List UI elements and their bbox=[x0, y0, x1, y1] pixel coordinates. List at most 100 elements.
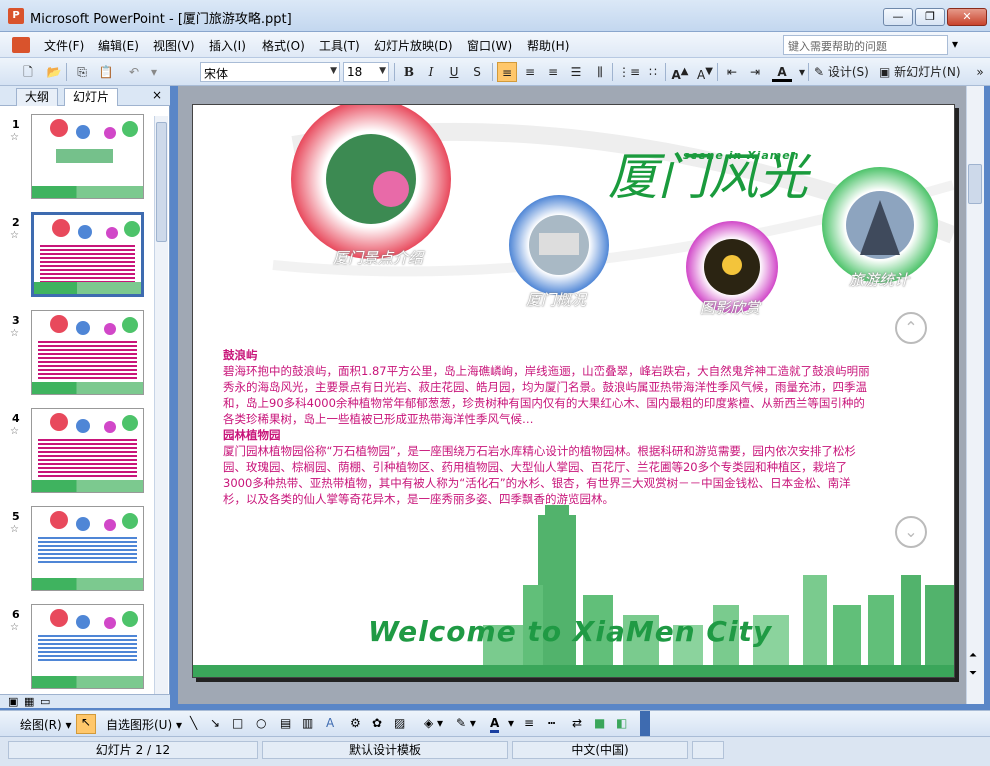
tab-slides[interactable]: 幻灯片 bbox=[64, 88, 119, 106]
design-button[interactable]: ✎ 设计(S) bbox=[814, 62, 869, 82]
textbox-icon[interactable]: ▤ bbox=[280, 716, 291, 730]
line-color-icon[interactable]: ✎ ▾ bbox=[456, 716, 476, 730]
nav-circle-intro[interactable]: 厦门景点介绍 bbox=[333, 247, 423, 268]
slide-text-box[interactable]: 鼓浪屿 碧海环抱中的鼓浪屿，面积1.87平方公里，岛上海礁嶙峋，岸线迤逦，山峦叠… bbox=[223, 347, 873, 507]
slide-transition-star-icon[interactable]: ☆ bbox=[10, 622, 19, 633]
sorter-view-icon[interactable]: ▦ bbox=[24, 695, 34, 708]
columns-icon[interactable]: ⫼ bbox=[590, 62, 610, 82]
decrease-indent-icon[interactable]: ⇤ bbox=[722, 62, 742, 82]
menu-edit[interactable]: 编辑(E) bbox=[98, 37, 139, 54]
minimize-button[interactable]: — bbox=[883, 8, 913, 26]
paste-icon[interactable]: 📋 bbox=[96, 62, 116, 82]
slide-thumbnail[interactable] bbox=[31, 506, 144, 591]
font-size-select[interactable]: 18 ▼ bbox=[343, 62, 389, 82]
draw-menu[interactable]: 绘图(R) ▾ bbox=[20, 716, 72, 733]
open-icon[interactable]: 📂 bbox=[44, 62, 64, 82]
thumbnail-content bbox=[38, 537, 137, 565]
new-document-icon[interactable]: 🗋 bbox=[18, 62, 38, 82]
menu-tools[interactable]: 工具(T) bbox=[319, 37, 360, 54]
decrease-font-icon[interactable]: A▼ bbox=[695, 62, 715, 82]
align-center-icon[interactable]: ≡ bbox=[520, 62, 540, 82]
fill-color-icon[interactable]: ◈ ▾ bbox=[424, 716, 443, 730]
pane-scrollbar-thumb[interactable] bbox=[156, 122, 167, 242]
slide-thumbnail[interactable] bbox=[31, 212, 144, 297]
underline-button[interactable]: U bbox=[444, 62, 464, 82]
menu-help[interactable]: 帮助(H) bbox=[527, 37, 569, 54]
toolbar-divider bbox=[612, 63, 613, 81]
align-left-icon[interactable]: ≡ bbox=[497, 62, 517, 82]
toolbar-grip[interactable] bbox=[640, 711, 650, 737]
help-search-input[interactable]: 键入需要帮助的问题 bbox=[783, 35, 948, 55]
slide-transition-star-icon[interactable]: ☆ bbox=[10, 230, 19, 241]
vertical-textbox-icon[interactable]: ▥ bbox=[302, 716, 313, 730]
powerpoint-app-icon[interactable]: P bbox=[8, 8, 24, 24]
increase-font-icon[interactable]: A▲ bbox=[670, 62, 690, 82]
menu-window[interactable]: 窗口(W) bbox=[467, 37, 512, 54]
copy-icon[interactable]: ⎘ bbox=[72, 62, 92, 82]
diagram-icon[interactable]: ⚙ bbox=[350, 716, 361, 730]
design-template-name[interactable]: 默认设计模板 bbox=[262, 741, 508, 759]
menu-file[interactable]: 文件(F) bbox=[44, 37, 84, 54]
restore-button[interactable]: ❐ bbox=[915, 8, 945, 26]
toolbar-options-icon[interactable]: » bbox=[970, 62, 990, 82]
slide-thumbnail[interactable] bbox=[31, 114, 144, 199]
3d-style-icon[interactable]: ◧ bbox=[616, 716, 627, 730]
new-slide-button[interactable]: ▣ 新幻灯片(N) bbox=[879, 62, 961, 82]
wordart-icon[interactable]: A bbox=[326, 716, 334, 730]
pane-close-icon[interactable]: × bbox=[152, 88, 162, 102]
autoshapes-menu[interactable]: 自选图形(U) ▾ bbox=[106, 716, 182, 733]
undo-dropdown-icon[interactable]: ▾ bbox=[144, 62, 164, 82]
close-button[interactable]: ✕ bbox=[947, 8, 987, 26]
previous-slide-icon[interactable]: ⏶ bbox=[969, 650, 977, 661]
distribute-icon[interactable]: ☰ bbox=[566, 62, 586, 82]
menu-format[interactable]: 格式(O) bbox=[262, 37, 305, 54]
main-scrollbar-thumb[interactable] bbox=[968, 164, 982, 204]
line-style-icon[interactable]: ≡ bbox=[524, 716, 534, 730]
font-color-dropdown-icon[interactable]: ▾ bbox=[508, 716, 514, 730]
down-arrow-icon[interactable]: ⌄ bbox=[895, 516, 927, 548]
font-color-icon[interactable]: A bbox=[490, 716, 500, 733]
picture-icon[interactable]: ▨ bbox=[394, 716, 405, 730]
nav-circle-gallery[interactable]: 图影欣赏 bbox=[700, 297, 760, 318]
bullets-icon[interactable]: ∷ bbox=[643, 62, 663, 82]
nav-circle-stats[interactable]: 旅游统计 bbox=[849, 269, 909, 290]
shadow-button[interactable]: S bbox=[467, 62, 487, 82]
dash-style-icon[interactable]: ┅ bbox=[548, 716, 555, 730]
slide-transition-star-icon[interactable]: ☆ bbox=[10, 132, 19, 143]
slide-canvas[interactable]: 厦门景点介绍 厦门概况 图影欣赏 旅游统计 厦门风光 scene in Xiam… bbox=[192, 104, 955, 678]
menu-insert[interactable]: 插入(I) bbox=[209, 37, 246, 54]
numbering-icon[interactable]: ⋮≡ bbox=[618, 62, 640, 82]
undo-icon[interactable]: ↶ bbox=[124, 62, 144, 82]
rectangle-tool-icon[interactable]: □ bbox=[232, 716, 243, 730]
menu-view[interactable]: 视图(V) bbox=[153, 37, 195, 54]
nav-circle-overview[interactable]: 厦门概况 bbox=[526, 289, 586, 310]
slide-thumbnail[interactable] bbox=[31, 408, 144, 493]
normal-view-icon[interactable]: ▣ bbox=[8, 695, 18, 708]
italic-button[interactable]: I bbox=[421, 62, 441, 82]
shadow-style-icon[interactable]: ■ bbox=[594, 716, 605, 730]
document-icon[interactable] bbox=[12, 37, 30, 53]
help-dropdown-icon[interactable]: ▾ bbox=[952, 37, 958, 51]
line-tool-icon[interactable]: ╲ bbox=[190, 716, 197, 730]
clipart-icon[interactable]: ✿ bbox=[372, 716, 382, 730]
arrow-tool-icon[interactable]: ↘ bbox=[210, 716, 220, 730]
font-name-select[interactable]: 宋体 ▼ bbox=[200, 62, 340, 82]
slide-transition-star-icon[interactable]: ☆ bbox=[10, 328, 19, 339]
slide-transition-star-icon[interactable]: ☆ bbox=[10, 524, 19, 535]
slideshow-view-icon[interactable]: ▭ bbox=[40, 695, 50, 708]
next-slide-icon[interactable]: ⏷ bbox=[969, 668, 977, 679]
arrow-style-icon[interactable]: ⇄ bbox=[572, 716, 582, 730]
slide-thumbnail[interactable] bbox=[31, 310, 144, 395]
oval-tool-icon[interactable]: ○ bbox=[256, 716, 266, 730]
slide-transition-star-icon[interactable]: ☆ bbox=[10, 426, 19, 437]
select-pointer-icon[interactable]: ↖ bbox=[76, 714, 96, 734]
bold-button[interactable]: B bbox=[399, 62, 419, 82]
font-color-dropdown-icon[interactable]: ▾ bbox=[792, 62, 812, 82]
increase-indent-icon[interactable]: ⇥ bbox=[745, 62, 765, 82]
tab-outline[interactable]: 大纲 bbox=[16, 88, 59, 106]
font-color-icon[interactable]: A bbox=[772, 62, 792, 82]
up-arrow-icon[interactable]: ⌃ bbox=[895, 312, 927, 344]
menu-slideshow[interactable]: 幻灯片放映(D) bbox=[374, 37, 453, 54]
slide-thumbnail[interactable] bbox=[31, 604, 144, 689]
align-right-icon[interactable]: ≡ bbox=[543, 62, 563, 82]
